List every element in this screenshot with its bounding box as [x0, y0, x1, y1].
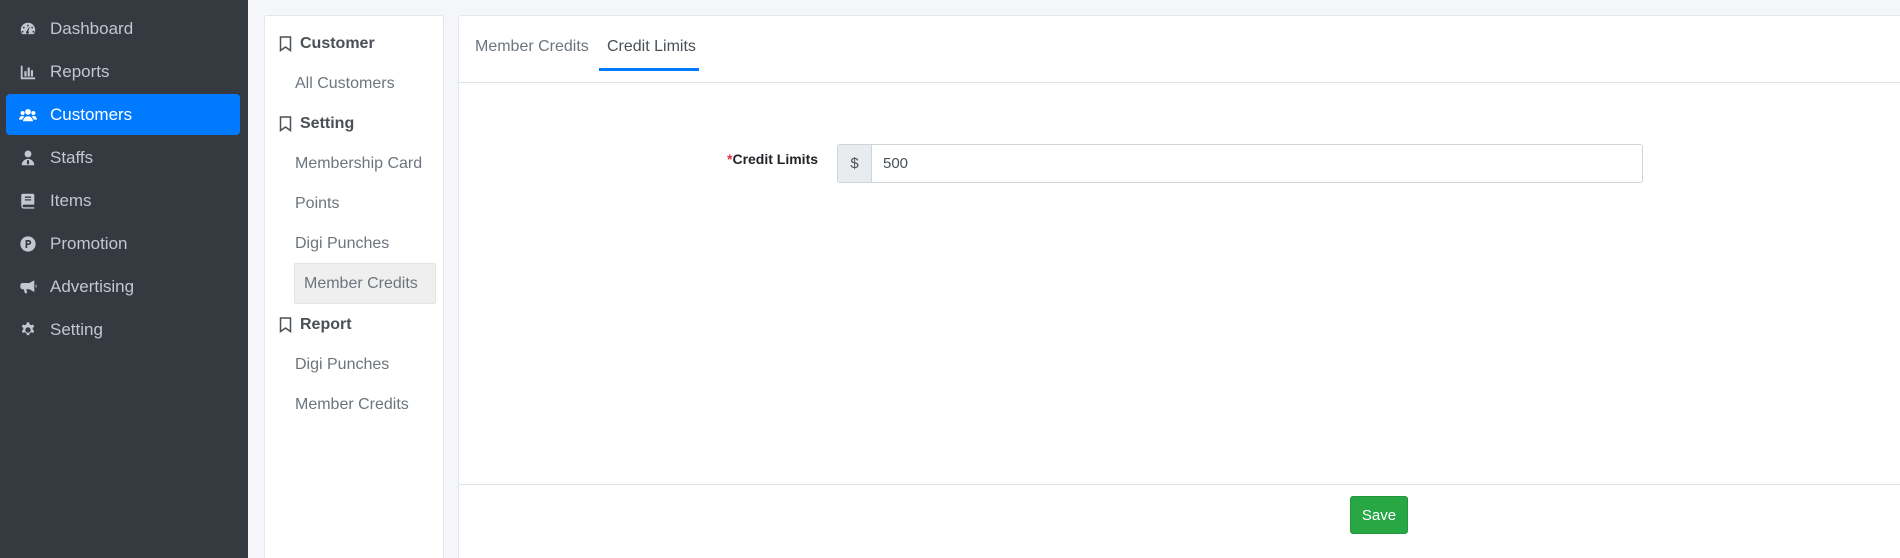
credit-limits-label: *Credit Limits: [727, 151, 818, 167]
credit-limits-label-text: Credit Limits: [732, 151, 819, 167]
main-sidebar: Dashboard Reports Customers Staffs Items…: [0, 0, 248, 558]
bullhorn-icon: [18, 277, 38, 297]
save-button[interactable]: Save: [1350, 496, 1408, 534]
subnav-section-customer: Customer: [279, 35, 375, 53]
bookmark-icon: [279, 116, 292, 132]
sidebar-item-label: Items: [50, 190, 92, 210]
sidebar-item-label: Customers: [50, 104, 133, 124]
subnav-section-setting: Setting: [279, 115, 354, 133]
sidebar-item-reports[interactable]: Reports: [6, 51, 240, 92]
subnav-section-title: Setting: [300, 115, 355, 132]
chart-bar-icon: [18, 62, 38, 82]
tab-bar: Member Credits Credit Limits: [459, 16, 1900, 83]
subnav-section-title: Customer: [300, 35, 375, 52]
subnav-section-report: Report: [279, 316, 352, 334]
dashboard-icon: [18, 19, 38, 39]
sidebar-item-advertising[interactable]: Advertising: [6, 266, 240, 307]
book-icon: [18, 191, 38, 211]
main-content-card: Member Credits Credit Limits *Credit Lim…: [458, 15, 1900, 558]
currency-prefix: $: [838, 145, 872, 182]
users-icon: [18, 105, 38, 125]
sidebar-item-customers[interactable]: Customers: [6, 94, 240, 135]
sidebar-item-label: Reports: [50, 61, 110, 81]
subnav-section-title: Report: [300, 316, 352, 333]
sidebar-item-setting[interactable]: Setting: [6, 309, 240, 350]
sidebar-item-label: Setting: [50, 319, 103, 339]
sidebar-item-label: Advertising: [50, 276, 135, 296]
sidebar-item-label: Promotion: [50, 233, 128, 253]
gear-icon: [18, 320, 38, 340]
user-tie-icon: [18, 148, 38, 168]
tab-member-credits[interactable]: Member Credits: [475, 38, 589, 56]
subnav-item-all-customers[interactable]: All Customers: [295, 75, 395, 93]
subnav-item-points[interactable]: Points: [295, 195, 339, 213]
footer-divider: [459, 484, 1900, 485]
sub-navigation: Customer All Customers Setting Membershi…: [264, 15, 444, 558]
sidebar-item-items[interactable]: Items: [6, 180, 240, 221]
bookmark-icon: [279, 36, 292, 52]
bookmark-icon: [279, 317, 292, 333]
subnav-item-digi-punches[interactable]: Digi Punches: [295, 235, 389, 253]
subnav-item-member-credits[interactable]: Member Credits: [294, 263, 436, 304]
sidebar-item-staffs[interactable]: Staffs: [6, 137, 240, 178]
credit-limits-input-group: $: [837, 144, 1643, 183]
sidebar-item-label: Staffs: [50, 147, 94, 167]
active-tab-indicator: [599, 68, 699, 71]
subnav-item-report-member-credits[interactable]: Member Credits: [295, 396, 409, 414]
subnav-item-membership-card[interactable]: Membership Card: [295, 155, 422, 173]
tab-credit-limits[interactable]: Credit Limits: [607, 38, 696, 56]
sidebar-item-label: Dashboard: [50, 18, 134, 38]
sidebar-item-promotion[interactable]: Promotion: [6, 223, 240, 264]
sidebar-item-dashboard[interactable]: Dashboard: [6, 8, 240, 49]
product-hunt-icon: [18, 234, 38, 254]
credit-limits-input[interactable]: [872, 145, 1642, 182]
subnav-item-report-digi-punches[interactable]: Digi Punches: [295, 356, 389, 374]
